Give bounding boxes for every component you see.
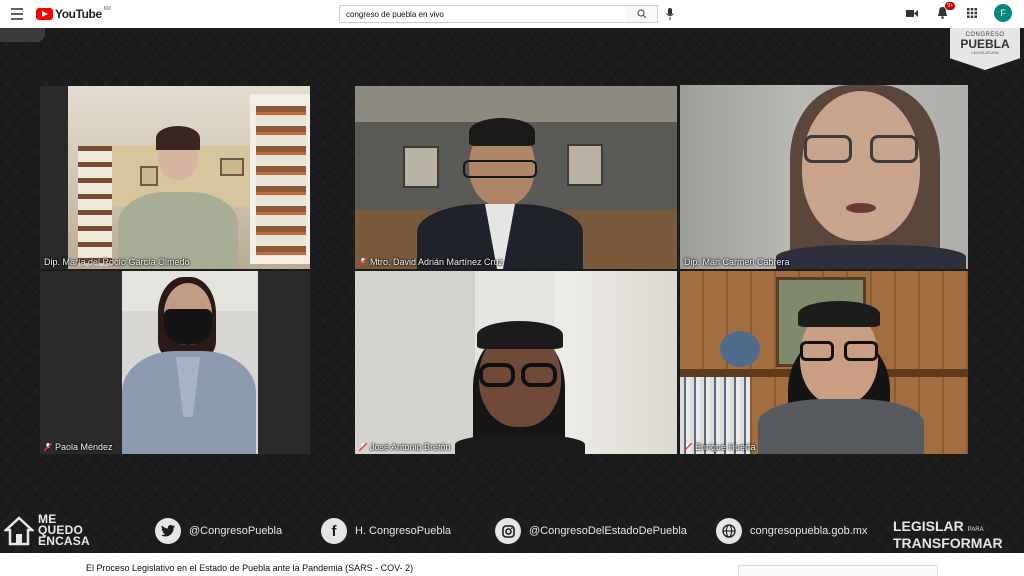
- muted-mic-icon: [44, 442, 52, 451]
- house-icon: [4, 515, 34, 545]
- participant-name: Paola Méndez: [55, 442, 113, 452]
- search-button[interactable]: [626, 5, 658, 23]
- facebook-icon: f: [321, 518, 347, 544]
- create-video-button[interactable]: [904, 5, 920, 21]
- muted-mic-icon: [684, 442, 692, 451]
- below-video-area: El Proceso Legislativo en el Estado de P…: [0, 553, 1024, 576]
- video-player[interactable]: CONGRESO PUEBLA LEGISLATURA Dip. María d…: [0, 28, 1024, 553]
- region-code: MX: [103, 6, 112, 12]
- search-icon: [636, 9, 646, 19]
- hamburger-menu-icon[interactable]: [11, 8, 23, 20]
- participant-name: Mtro. David Adrián Martínez Cruz: [370, 257, 504, 267]
- youtube-play-icon: [36, 8, 53, 20]
- social-media-footer: ME QUEDO ENCASA @CongresoPuebla f H. Con…: [0, 506, 1024, 553]
- globe-icon: [716, 518, 742, 544]
- website-link: congresopuebla.gob.mx: [716, 518, 867, 544]
- participant-name: Dip. Mari Carmen Cabrera: [684, 257, 790, 267]
- video-title: El Proceso Legislativo en el Estado de P…: [86, 563, 414, 573]
- youtube-topbar: YouTube MX 9+ F: [0, 0, 1024, 28]
- facebook-handle: f H. CongresoPuebla: [321, 518, 451, 544]
- youtube-logo-text: YouTube: [55, 7, 102, 21]
- account-avatar[interactable]: F: [994, 4, 1012, 22]
- apps-grid-icon: [967, 8, 977, 18]
- twitter-icon: [155, 518, 181, 544]
- badge-name: PUEBLA: [960, 37, 1010, 51]
- facebook-text: H. CongresoPuebla: [355, 525, 452, 537]
- microphone-icon: [666, 8, 674, 20]
- mqec-line-3: ENCASA: [38, 534, 90, 548]
- congress-emblem-icon: [0, 28, 45, 42]
- para-text: PARA: [967, 527, 984, 533]
- transformar-text: TRANSFORMAR: [893, 535, 1003, 551]
- apps-button[interactable]: [964, 5, 980, 21]
- voice-search-button[interactable]: [663, 6, 677, 22]
- badge-subtitle: LEGISLATURA: [971, 50, 999, 55]
- participant-tile: Mtro. David Adrián Martínez Cruz: [355, 86, 677, 269]
- website-text: congresopuebla.gob.mx: [750, 525, 868, 537]
- participant-tile: Enrique Huerta: [680, 271, 968, 454]
- me-quedo-en-casa-logo: ME QUEDO ENCASA: [4, 513, 90, 548]
- instagram-handle: @CongresoDelEstadoDePuebla: [495, 518, 687, 544]
- twitter-text: @CongresoPuebla: [189, 525, 283, 537]
- live-chat-panel[interactable]: [738, 565, 938, 576]
- twitter-handle: @CongresoPuebla: [155, 518, 282, 544]
- participant-tile: Dip. María del Rocío García Olmedo: [40, 86, 310, 269]
- instagram-icon: [495, 518, 521, 544]
- muted-mic-icon: [359, 442, 367, 451]
- youtube-logo[interactable]: YouTube MX: [36, 6, 112, 21]
- participant-name: Enrique Huerta: [695, 442, 756, 452]
- participant-tile: Paola Méndez: [40, 271, 310, 454]
- legislar-text: LEGISLAR: [893, 518, 964, 534]
- notifications-button[interactable]: 9+: [934, 2, 955, 21]
- search-input[interactable]: [339, 5, 627, 23]
- muted-mic-icon: [359, 257, 367, 266]
- legislar-para-transformar-logo: LEGISLAR PARA TRANSFORMAR: [893, 518, 1003, 551]
- video-camera-icon: [906, 9, 918, 17]
- participant-tile-active: Dip. Mari Carmen Cabrera: [680, 85, 968, 269]
- instagram-text: @CongresoDelEstadoDePuebla: [529, 525, 687, 537]
- participant-tile: José Antonio Bretón: [355, 271, 677, 454]
- notification-count-badge: 9+: [945, 2, 955, 10]
- participant-name: José Antonio Bretón: [370, 442, 451, 452]
- participant-name: Dip. María del Rocío García Olmedo: [44, 257, 190, 267]
